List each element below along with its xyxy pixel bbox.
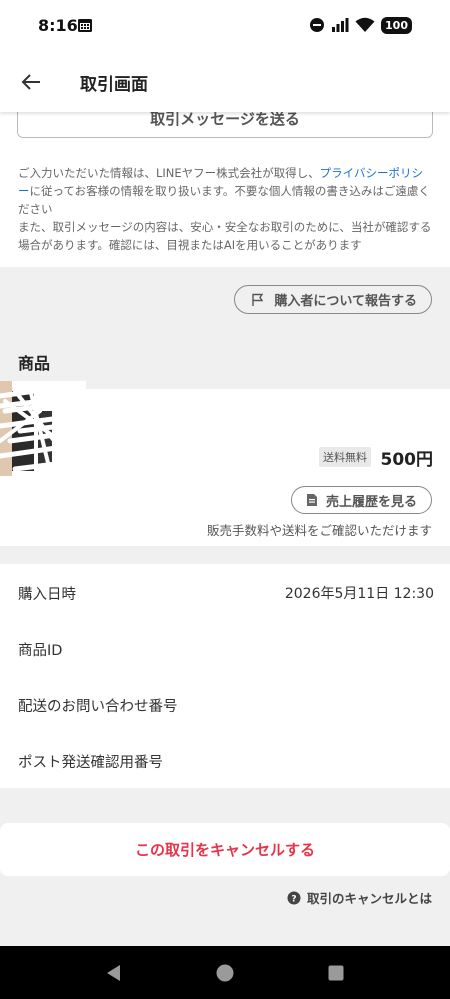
shipping-free-badge: 送料無料 [319, 447, 371, 467]
nav-back-icon[interactable] [104, 963, 124, 983]
page-title: 取引画面 [80, 75, 148, 95]
info-row-purchase-date: 購入日時 2026年5月11日 12:30 [18, 583, 434, 603]
product-card: 送料無料 500円 売上履歴を見る 販売手数料や送料をご確認いただけます [0, 381, 450, 546]
dnd-icon [310, 18, 325, 32]
cancel-help-label: 取引のキャンセルとは [306, 891, 432, 906]
document-icon [306, 494, 317, 506]
info-row-post-number: ポスト発送確認用番号 [18, 751, 434, 771]
app-header: 取引画面 [0, 50, 450, 112]
cancel-transaction-button[interactable]: この取引をキャンセルする [0, 823, 450, 876]
privacy-text-after: に従ってお客様の情報を取り扱います。不要な個人情報の書き込みはご遠慮ください [18, 184, 430, 216]
info-row-tracking-number: 配送のお問い合わせ番号 [18, 695, 434, 715]
product-price: 500円 [380, 450, 434, 470]
privacy-text: ご入力いただいた情報は、LINEヤフー株式会社が取得し、 [18, 166, 320, 180]
privacy-note: ご入力いただいた情報は、LINEヤフー株式会社が取得し、プライバシーポリシーに従… [18, 164, 434, 254]
sales-history-button[interactable]: 売上履歴を見る [290, 486, 432, 514]
status-icons: 100 [309, 15, 412, 35]
nav-home-icon[interactable] [215, 963, 235, 983]
info-label: 購入日時 [18, 587, 76, 603]
info-value: 2026年5月11日 12:30 [284, 586, 434, 602]
privacy-text-second: また、取引メッセージの内容は、安心・安全なお取引のために、当社が確認する場合があ… [18, 220, 432, 252]
product-thumbnail[interactable] [0, 381, 86, 476]
back-arrow-icon [21, 74, 40, 90]
back-button[interactable] [16, 67, 46, 97]
wifi-icon [355, 17, 375, 32]
svg-text:?: ? [291, 894, 296, 904]
message-section: 取引メッセージを送る ご入力いただいた情報は、LINEヤフー株式会社が取得し、プ… [0, 112, 450, 267]
product-section-title: 商品 [18, 354, 51, 373]
report-buyer-label: 購入者について報告する [274, 294, 417, 309]
status-time: 8:16 [38, 16, 78, 35]
help-circle-icon: ? [287, 891, 301, 904]
info-label: ポスト発送確認用番号 [18, 755, 163, 771]
battery-indicator: 100 [381, 16, 412, 34]
report-buyer-button[interactable]: 購入者について報告する [234, 285, 432, 314]
info-label: 商品ID [18, 643, 63, 659]
fee-note: 販売手数料や送料をご確認いただけます [206, 523, 432, 538]
navigation-bar [0, 946, 450, 999]
info-row-product-id: 商品ID [18, 639, 434, 659]
flag-icon [252, 293, 264, 306]
cancel-help-link[interactable]: ? 取引のキャンセルとは [287, 888, 432, 907]
send-message-button[interactable]: 取引メッセージを送る [17, 112, 433, 138]
sales-history-label: 売上履歴を見る [325, 494, 417, 510]
transaction-info: 購入日時 2026年5月11日 12:30 商品ID 配送のお問い合わせ番号 ポ… [0, 564, 450, 788]
nav-recents-icon[interactable] [326, 963, 346, 983]
calendar-icon [78, 19, 92, 32]
info-label: 配送のお問い合わせ番号 [18, 699, 178, 715]
status-bar: 8:16 100 [0, 0, 450, 50]
signal-icon [332, 18, 349, 32]
